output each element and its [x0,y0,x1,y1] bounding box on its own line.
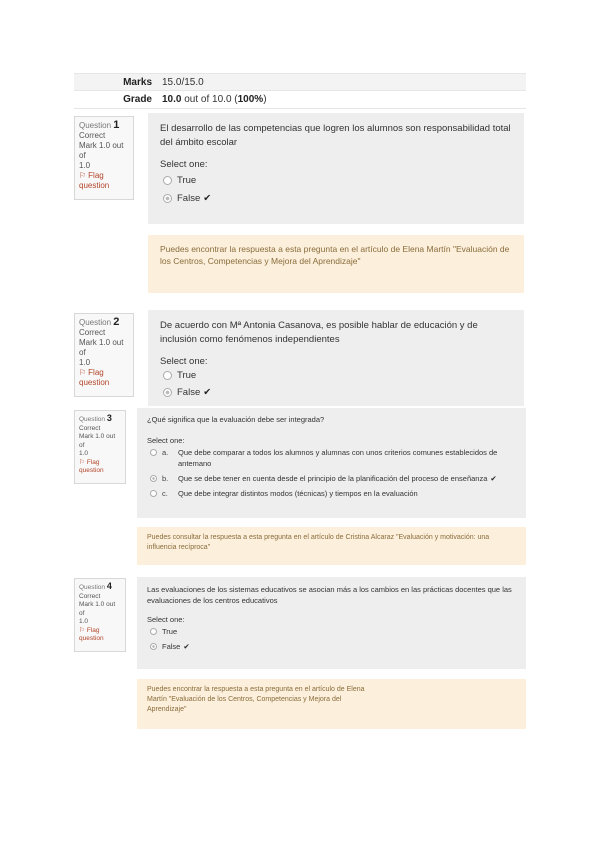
option-label: False [162,642,181,651]
question-grade: Mark 1.0 out of 1.0 [79,338,124,367]
question-grade: Mark 1.0 out of 1.0 [79,601,116,625]
select-one-prompt: Select one: [147,615,185,624]
flag-question-link[interactable]: ⚐ Flag question [79,171,129,191]
question-content-4: Las evaluaciones de los sistemas educati… [137,577,526,669]
flag-question-link[interactable]: ⚐ Flag question [79,627,121,644]
flag-icon: ⚐ [79,458,85,466]
marks-value: 15.0/15.0 [162,77,204,88]
answer-option-b[interactable]: b. Que se debe tener en cuenta desde el … [147,473,516,484]
question-number: Question 1 [79,119,120,131]
question-number: Question 2 [79,316,120,328]
question-info-3: Question 3 Correct Mark 1.0 out of 1.0 ⚐ F… [74,410,126,484]
grade-percent: 100% [237,94,264,105]
select-one-prompt: Select one: [160,159,208,170]
option-label: True [162,627,178,636]
question-text: El desarrollo de las competencias que lo… [160,123,511,148]
answer-option-a[interactable]: a. Que debe comparar a todos los alumnos… [147,447,516,469]
question-grade: Mark 1.0 out of 1.0 [79,141,124,170]
option-letter: b. [162,474,169,483]
grade-outof: out of 10.0 ( [181,94,238,105]
question-info-2: Question 2 Correct Mark 1.0 out of 1.0 ⚐ F… [74,313,134,397]
question-text: ¿Qué significa que la evaluación debe se… [147,415,325,424]
question-info-1: Question 1 Correct Mark 1.0 out of 1.0 ⚐ F… [74,116,134,200]
radio-button-selected[interactable] [150,643,157,650]
radio-button[interactable] [150,449,157,456]
feedback-line: Aprendizaje" [147,706,187,713]
option-label: False [177,193,201,204]
feedback-line: Puedes encontrar la respuesta a esta pre… [147,686,365,693]
answer-option-true[interactable]: True [160,174,512,188]
marks-row: Marks 15.0/15.0 [74,73,526,91]
question-number: Question 3 [79,413,112,424]
question-state: Correct [79,424,101,432]
question-content-3: ¿Qué significa que la evaluación debe se… [137,408,526,518]
question-state: Correct [79,592,101,600]
grade-score: 10.0 [162,94,182,105]
feedback-1: Puedes encontrar la respuesta a esta pre… [148,235,524,293]
question-text: Las evaluaciones de los sistemas educati… [147,585,512,605]
option-letter: c. [162,489,168,498]
answer-option-false[interactable]: False ✔ [160,192,512,206]
question-state: Correct [79,131,106,140]
grade-value: 10.0 out of 10.0 (100%) [158,91,526,108]
option-label: Que se debe tener en cuenta desde el pri… [178,474,497,483]
question-content-1: El desarrollo de las competencias que lo… [148,113,524,224]
checkmark-icon: ✔ [490,474,497,483]
answer-option-false[interactable]: False ✔ [147,641,516,652]
radio-button[interactable] [150,628,157,635]
option-letter: a. [162,448,169,457]
flag-question-link[interactable]: ⚐ Flag question [79,368,129,388]
feedback-4: Puedes encontrar la respuesta a esta pre… [137,679,526,729]
option-label: False [177,387,201,398]
question-text: De acuerdo con Mª Antonia Casanova, es p… [160,320,478,345]
grade-close: ) [263,94,267,105]
answer-option-c[interactable]: c. Que debe integrar distintos modos (té… [147,488,516,499]
radio-button-selected[interactable] [150,475,157,482]
radio-button-selected[interactable] [163,388,172,397]
marks-label: Marks [123,77,152,88]
option-label: Que debe integrar distintos modos (técni… [178,489,418,498]
flag-question-link[interactable]: ⚐ Flag question [79,459,121,476]
question-info-4: Question 4 Correct Mark 1.0 out of 1.0 ⚐ F… [74,578,126,652]
flag-icon: ⚐ [79,368,87,377]
question-number: Question 4 [79,581,112,592]
radio-button[interactable] [150,490,157,497]
option-label: True [177,175,197,186]
option-label: Que debe comparar a todos los alumnos y … [178,448,498,468]
answer-option-true[interactable]: True [160,369,512,383]
select-one-prompt: Select one: [147,436,185,445]
radio-button-selected[interactable] [163,194,172,203]
radio-button[interactable] [163,176,172,185]
question-content-2: De acuerdo con Mª Antonia Casanova, es p… [148,310,524,406]
option-label: True [177,370,197,381]
checkmark-icon: ✔ [183,642,190,651]
radio-button[interactable] [163,371,172,380]
grade-row: Grade 10.0 out of 10.0 (100%) [74,90,526,109]
question-state: Correct [79,328,106,337]
grade-label: Grade [123,94,152,105]
question-grade: Mark 1.0 out of 1.0 [79,433,116,457]
feedback-line: Martín "Evaluación de los Centros, Compe… [147,696,342,703]
checkmark-icon: ✔ [203,193,212,204]
feedback-3: Puedes consultar la respuesta a esta pre… [137,527,526,565]
flag-icon: ⚐ [79,626,85,634]
checkmark-icon: ✔ [203,387,212,398]
answer-option-false[interactable]: False ✔ [160,386,512,400]
answer-option-true[interactable]: True [147,626,516,637]
flag-icon: ⚐ [79,171,87,180]
select-one-prompt: Select one: [160,356,208,367]
